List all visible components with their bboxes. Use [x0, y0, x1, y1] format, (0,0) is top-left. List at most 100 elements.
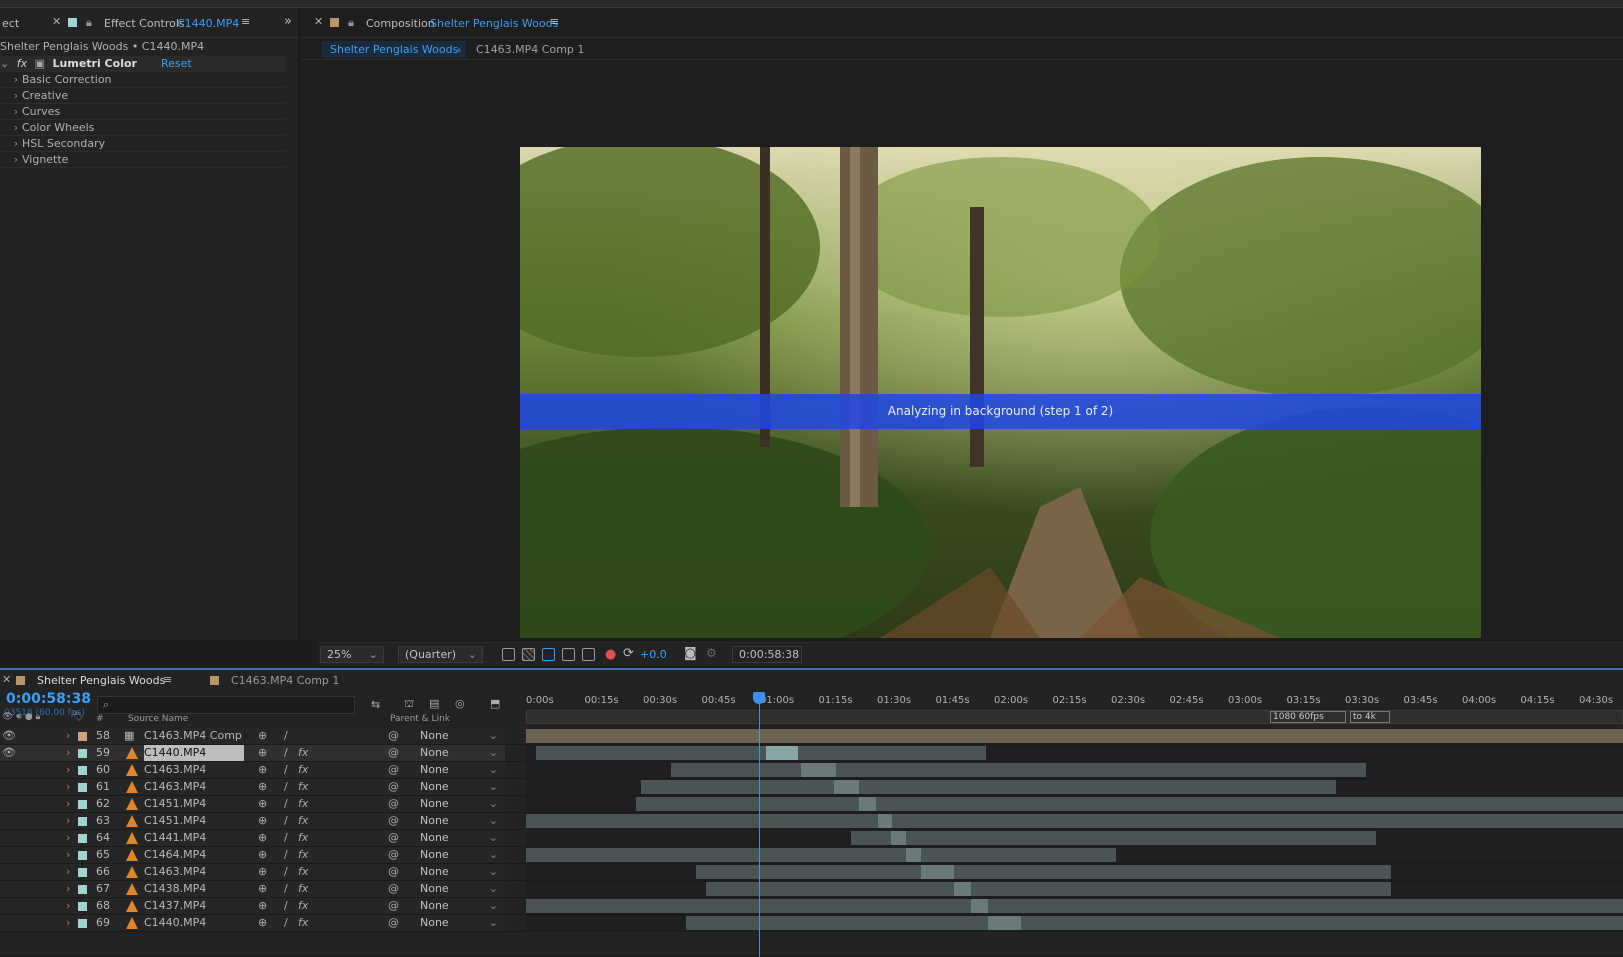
col-parent-link[interactable]: Parent & Link: [390, 714, 450, 724]
section-hsl-secondary[interactable]: › HSL Secondary: [0, 136, 285, 152]
col-source-name[interactable]: Source Name: [128, 714, 188, 724]
parent-pickwhip-icon[interactable]: @: [388, 915, 399, 931]
parent-pickwhip-icon[interactable]: @: [388, 745, 399, 761]
layer-row[interactable]: › 69 C1440.MP4 ⊕ / fx @ None ⌄: [0, 915, 1623, 932]
layer-row[interactable]: › 61 C1463.MP4 ⊕ / fx @ None ⌄: [0, 779, 1623, 796]
fx-icon[interactable]: fx: [298, 881, 308, 897]
layer-row[interactable]: › 68 C1437.MP4 ⊕ / fx @ None ⌄: [0, 898, 1623, 915]
parent-dropdown[interactable]: None ⌄: [418, 898, 502, 914]
panel-menu-icon[interactable]: ≡: [163, 673, 172, 686]
label-color-swatch[interactable]: [78, 749, 87, 758]
quality-icon[interactable]: /: [284, 915, 288, 931]
lock-icon[interactable]: 🔒︎: [348, 16, 354, 30]
quality-icon[interactable]: /: [284, 796, 288, 812]
label-color-swatch[interactable]: [78, 783, 87, 792]
fast-previews-icon[interactable]: [502, 648, 515, 661]
label-color-swatch[interactable]: [78, 732, 87, 741]
chevron-right-icon[interactable]: ›: [66, 813, 70, 829]
chevron-right-icon[interactable]: ›: [10, 152, 22, 168]
label-color-swatch[interactable]: [78, 817, 87, 826]
time-ruler[interactable]: 0:00s 00:15s 00:30s 00:45s 01:00s 01:15s 01:30…: [526, 690, 1623, 710]
layer-duration-bar[interactable]: [641, 780, 1336, 794]
playhead-line[interactable]: [759, 692, 760, 957]
layer-in-out-segment[interactable]: [906, 848, 921, 862]
layer-in-out-segment[interactable]: [891, 831, 906, 845]
layer-source-name[interactable]: C1463.MP4: [144, 779, 244, 795]
fx-icon[interactable]: fx: [298, 864, 308, 880]
chevron-left-icon[interactable]: ‹: [457, 41, 461, 58]
quality-icon[interactable]: /: [284, 847, 288, 863]
layer-track[interactable]: [526, 898, 1623, 914]
expand-panels-icon[interactable]: »: [284, 14, 292, 29]
quality-icon[interactable]: /: [284, 898, 288, 914]
fx-icon[interactable]: fx: [298, 830, 308, 846]
layer-in-out-segment[interactable]: [988, 916, 1021, 930]
chevron-right-icon[interactable]: ›: [10, 136, 22, 152]
fx-icon[interactable]: fx: [298, 779, 308, 795]
chevron-right-icon[interactable]: ›: [66, 898, 70, 914]
layer-duration-bar[interactable]: [686, 916, 1623, 930]
reset-button[interactable]: Reset: [161, 56, 192, 72]
quality-icon[interactable]: /: [284, 762, 288, 778]
hide-shy-layers-icon[interactable]: ▤: [429, 697, 439, 710]
layer-track[interactable]: [526, 762, 1623, 778]
previous-tab-label[interactable]: ect: [2, 17, 19, 30]
chevron-right-icon[interactable]: ›: [66, 864, 70, 880]
timeline-tab-active[interactable]: Shelter Penglais Woods: [37, 674, 165, 687]
layer-row[interactable]: 👁︎ › 58 ▦ C1463.MP4 Comp 1 ⊕ / @ None⌄: [0, 728, 1623, 758]
playhead-handle[interactable]: [753, 692, 765, 704]
layer-duration-bar[interactable]: [671, 763, 1366, 777]
panel-menu-icon[interactable]: ≡: [550, 15, 559, 28]
marker-label[interactable]: 1080 60fps: [1270, 711, 1346, 723]
parent-dropdown[interactable]: None ⌄: [418, 796, 502, 812]
effect-controls-clip-name[interactable]: C1440.MP4: [177, 17, 239, 30]
layer-duration-bar[interactable]: [696, 865, 1391, 879]
quality-icon[interactable]: /: [284, 813, 288, 829]
layer-track[interactable]: [526, 830, 1623, 846]
draft-3d-icon[interactable]: ⛫: [404, 697, 414, 712]
layer-in-out-segment[interactable]: [921, 865, 954, 879]
comp-mini-flowchart-icon[interactable]: ⇆: [371, 698, 380, 711]
parent-pickwhip-icon[interactable]: @: [388, 864, 399, 880]
exposure-value[interactable]: +0.0: [640, 648, 667, 661]
parent-dropdown[interactable]: None ⌄: [418, 881, 502, 897]
layer-track[interactable]: [526, 915, 1623, 931]
zoom-dropdown[interactable]: 25% ⌄: [320, 646, 384, 663]
resolution-dropdown[interactable]: (Quarter) ⌄: [398, 646, 483, 663]
parent-pickwhip-icon[interactable]: @: [388, 813, 399, 829]
layer-row[interactable]: › 64 C1441.MP4 ⊕ / fx @ None ⌄: [0, 830, 1623, 847]
frame-blending-icon[interactable]: ◎: [455, 697, 465, 710]
label-color-swatch[interactable]: [78, 766, 87, 775]
viewer-timecode[interactable]: 0:00:58:38: [732, 646, 802, 663]
current-time-display[interactable]: 0:00:58:38: [6, 691, 91, 707]
layer-row[interactable]: 👁︎ › 59 C1440.MP4 ⊕ / fx @ None ⌄: [0, 745, 1623, 762]
chevron-right-icon[interactable]: ›: [10, 88, 22, 104]
layer-track[interactable]: [526, 779, 1623, 795]
parent-dropdown[interactable]: None ⌄: [418, 813, 502, 829]
layer-in-out-segment[interactable]: [766, 746, 798, 760]
parent-dropdown[interactable]: None ⌄: [418, 779, 502, 795]
close-tab-icon[interactable]: ✕: [52, 15, 61, 28]
panel-menu-icon[interactable]: ≡: [241, 15, 250, 28]
shy-icon[interactable]: ⊕: [258, 898, 267, 914]
comp-subtab-active[interactable]: Shelter Penglais Woods: [322, 41, 467, 58]
layer-row[interactable]: › 63 C1451.MP4 ⊕ / fx @ None ⌄: [0, 813, 1623, 830]
composition-label[interactable]: Composition: [366, 17, 435, 30]
fx-icon[interactable]: fx: [17, 57, 27, 70]
layer-track[interactable]: [526, 745, 1623, 761]
section-curves[interactable]: › Curves: [0, 104, 285, 120]
layer-row[interactable]: › 60 C1463.MP4 ⊕ / fx @ None ⌄: [0, 762, 1623, 779]
layer-source-name[interactable]: C1440.MP4: [144, 745, 244, 761]
layer-source-name[interactable]: C1440.MP4: [144, 915, 244, 931]
parent-dropdown[interactable]: None ⌄: [418, 915, 502, 931]
parent-pickwhip-icon[interactable]: @: [388, 779, 399, 795]
layer-row[interactable]: › 62 C1451.MP4 ⊕ / fx @ None ⌄: [0, 796, 1623, 813]
layer-in-out-segment[interactable]: [971, 899, 988, 913]
parent-pickwhip-icon[interactable]: @: [388, 728, 399, 744]
shy-icon[interactable]: ⊕: [258, 779, 267, 795]
parent-dropdown[interactable]: None ⌄: [418, 728, 502, 744]
close-tab-icon[interactable]: ✕: [314, 15, 323, 28]
chevron-right-icon[interactable]: ›: [66, 847, 70, 863]
parent-pickwhip-icon[interactable]: @: [388, 796, 399, 812]
shy-icon[interactable]: ⊕: [258, 881, 267, 897]
